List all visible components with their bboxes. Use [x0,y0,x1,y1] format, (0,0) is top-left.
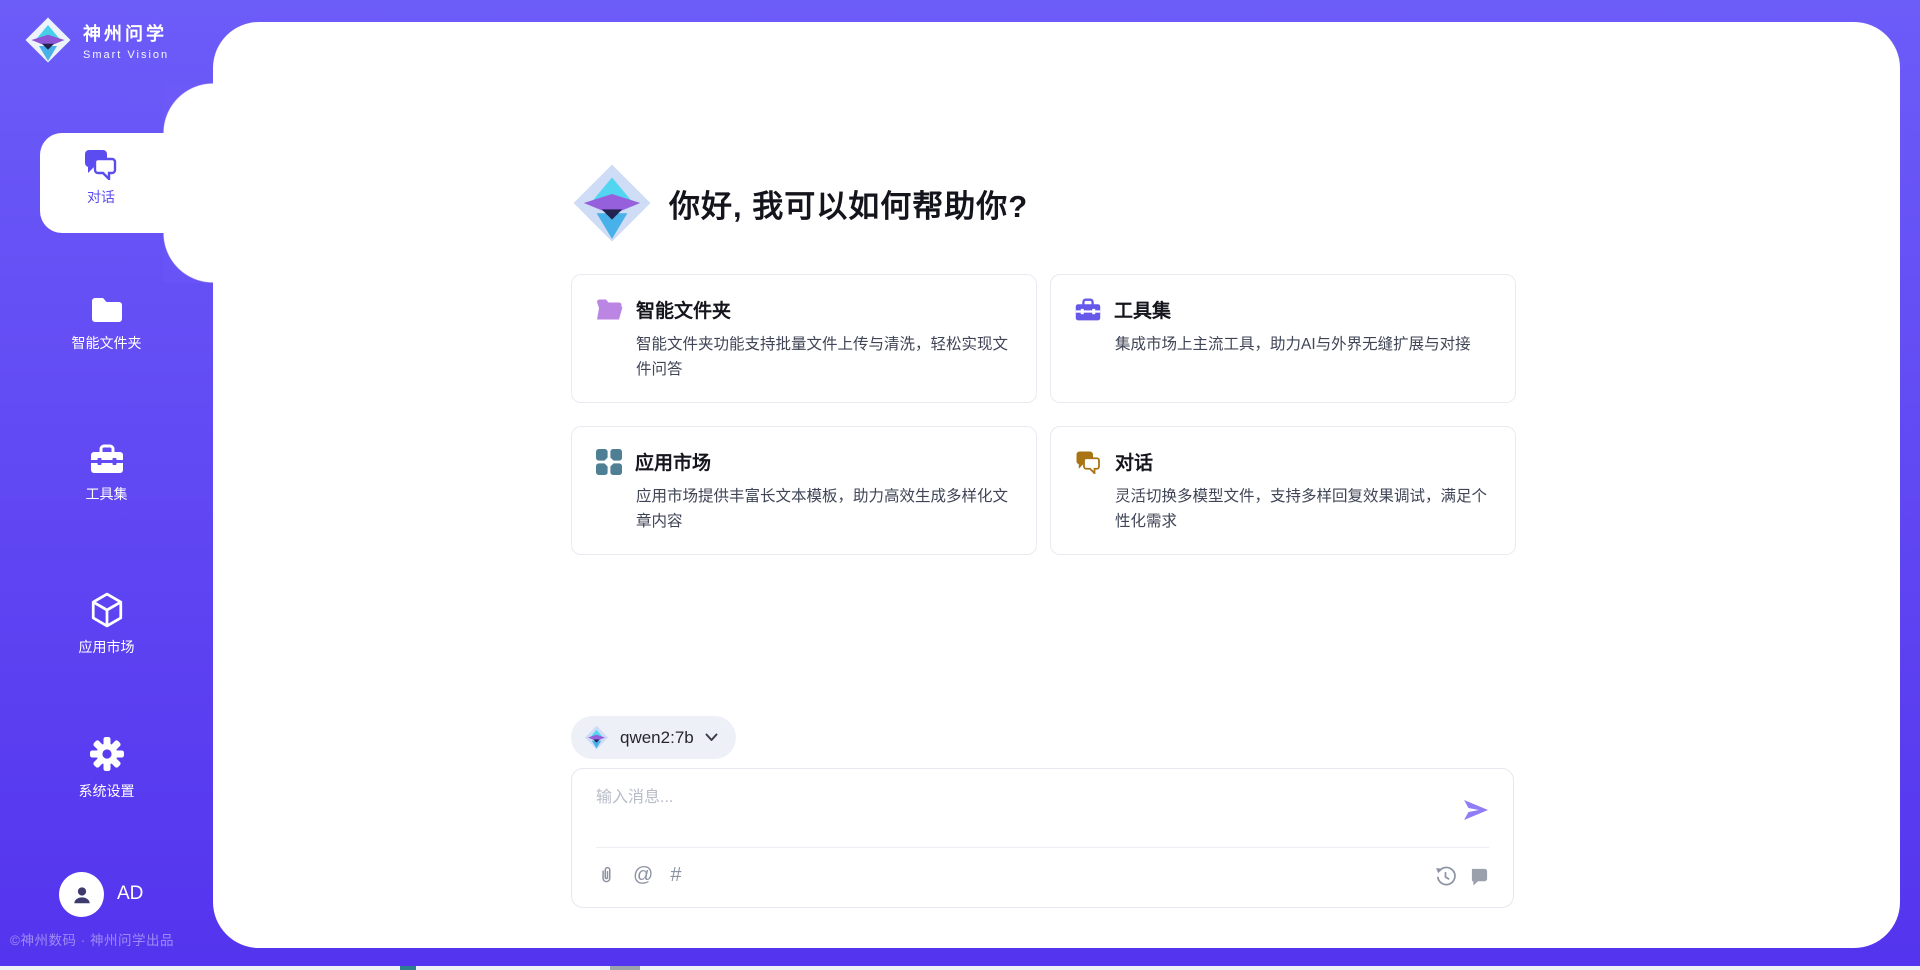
tab-fillet-top [163,83,213,133]
composer-tools-right [1435,866,1489,887]
folder-open-icon [596,298,623,321]
chat-bubble-icon[interactable] [1470,867,1489,886]
chevron-down-icon [705,733,718,742]
tab-fillet-bottom [163,233,213,283]
window-bottom-edge [0,966,1920,970]
at-icon[interactable]: @ [633,864,653,886]
model-selector[interactable]: qwen2:7b [571,716,736,759]
card-title: 工具集 [1114,296,1171,323]
card-description: 集成市场上主流工具，助力AI与外界无缝扩展与对接 [1115,332,1491,357]
brand-name-en: Smart Vision [83,49,169,61]
gear-icon [89,736,125,772]
sidebar-item-label: 系统设置 [79,781,135,801]
card-app-market[interactable]: 应用市场 应用市场提供丰富长文本模板，助力高效生成多样化文章内容 [571,426,1037,555]
card-toolset[interactable]: 工具集 集成市场上主流工具，助力AI与外界无缝扩展与对接 [1050,274,1516,403]
brand-name: 神州问学 Smart Vision [83,20,169,61]
app-window: 神州问学 Smart Vision 对话 智能文件夹 [0,0,1920,970]
greeting-title: 你好, 我可以如何帮助你? [669,181,1028,226]
composer-tools-left: @ # [596,863,681,886]
composer-divider [596,847,1489,848]
sidebar-item-label: 智能文件夹 [72,333,142,353]
brand-diamond-icon [24,16,72,64]
app-grid-icon [596,449,622,475]
brand-diamond-icon [584,725,609,750]
sidebar-footer: ©神州数码 · 神州问学出品 [10,929,220,949]
cube-icon [90,592,124,628]
message-composer: @ # [571,768,1514,908]
sidebar-item-settings[interactable]: 系统设置 [0,736,213,801]
greeting-block: 你好, 我可以如何帮助你? [571,162,1028,244]
card-description: 应用市场提供丰富长文本模板，助力高效生成多样化文章内容 [636,484,1012,534]
sidebar-item-label: 对话 [87,187,115,207]
hash-icon[interactable]: # [670,864,681,886]
window-edge-teal-mark [400,966,416,970]
sidebar-item-app-market[interactable]: 应用市场 [0,592,213,657]
sidebar-item-smart-folder[interactable]: 智能文件夹 [0,296,213,353]
card-title: 对话 [1115,448,1153,475]
message-input[interactable] [596,783,1416,841]
history-icon[interactable] [1435,866,1456,887]
window-edge-gray-mark [610,966,640,970]
brand-diamond-icon [571,162,653,244]
brand-name-cn: 神州问学 [83,20,169,46]
paperclip-icon[interactable] [596,863,616,886]
chat-bubbles-icon [1075,450,1102,474]
sidebar-item-toolset[interactable]: 工具集 [0,444,213,504]
sidebar-item-chat[interactable]: 对话 [40,133,216,233]
brand-logo: 神州问学 Smart Vision [24,16,169,64]
chat-bubbles-icon [83,148,119,180]
card-description: 智能文件夹功能支持批量文件上传与清洗，轻松实现文件问答 [636,332,1012,382]
user-initials: AD [117,883,143,905]
main-panel: 你好, 我可以如何帮助你? 智能文件夹 智能文件夹功能支持批量文件上传与清洗，轻… [213,22,1900,948]
toolbox-icon [1075,298,1101,322]
sidebar-item-label: 工具集 [86,484,128,504]
sidebar-item-label: 应用市场 [79,637,135,657]
card-title: 应用市场 [635,448,711,475]
card-smart-folder[interactable]: 智能文件夹 智能文件夹功能支持批量文件上传与清洗，轻松实现文件问答 [571,274,1037,403]
send-icon[interactable] [1461,795,1491,825]
card-chat[interactable]: 对话 灵活切换多模型文件，支持多样回复效果调试，满足个性化需求 [1050,426,1516,555]
card-title: 智能文件夹 [636,296,731,323]
toolbox-icon [90,444,124,475]
person-icon [69,882,95,908]
card-description: 灵活切换多模型文件，支持多样回复效果调试，满足个性化需求 [1115,484,1491,534]
feature-cards: 智能文件夹 智能文件夹功能支持批量文件上传与清洗，轻松实现文件问答 工具集 集成… [571,274,1516,555]
user-avatar[interactable] [59,872,104,917]
folder-icon [90,296,124,324]
model-name: qwen2:7b [620,728,694,748]
